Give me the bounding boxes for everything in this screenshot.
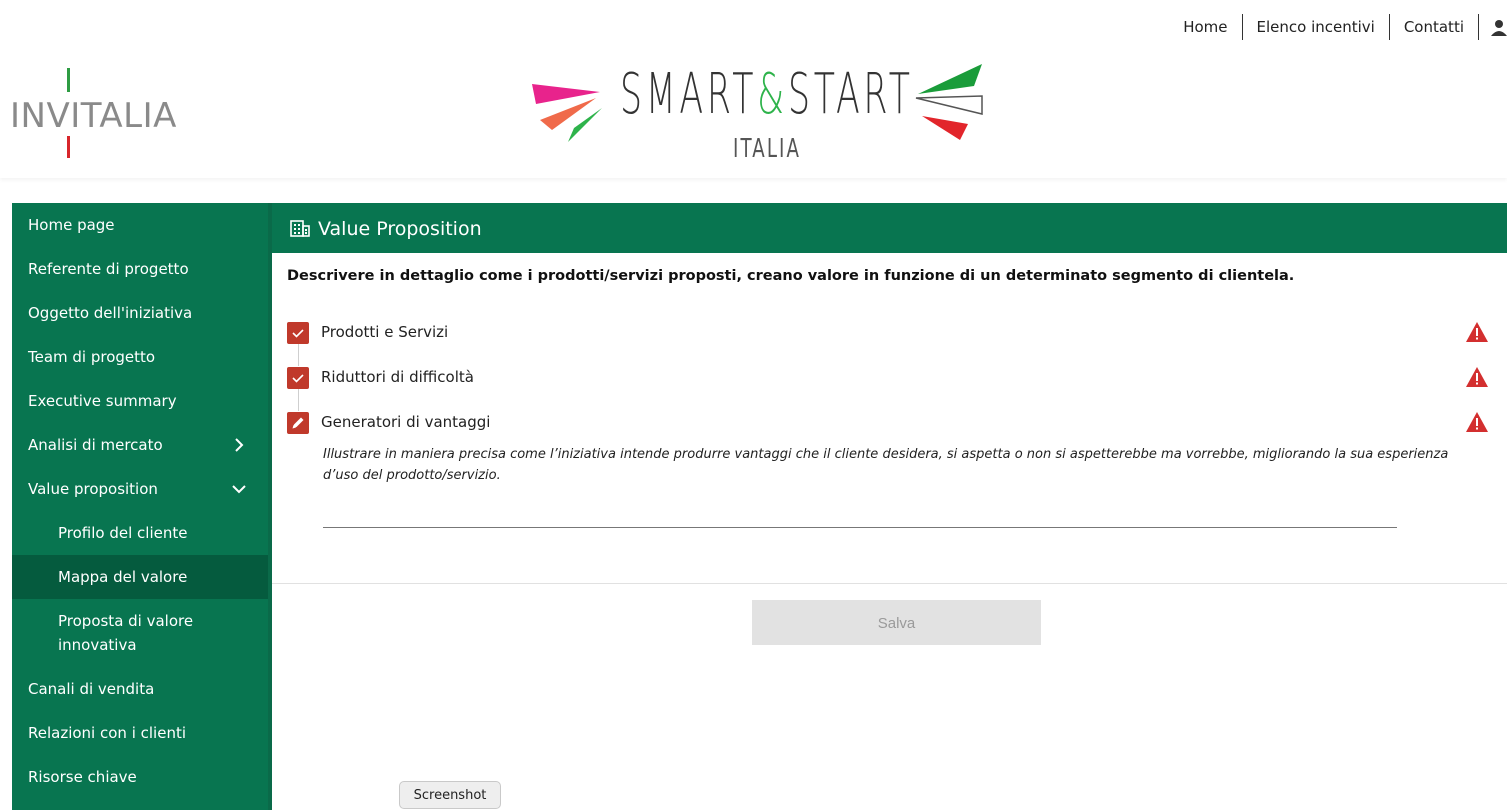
sidebar-item-label: Executive summary — [28, 392, 177, 410]
generatori-vantaggi-input[interactable] — [323, 527, 1397, 528]
sidebar-item-label: Mappa del valore — [58, 568, 188, 586]
sidebar-item-oggetto[interactable]: Oggetto dell'iniziativa — [12, 291, 268, 335]
sidebar-item-label: Referente di progetto — [28, 260, 189, 278]
logo-red-bar — [67, 136, 70, 158]
check-icon — [287, 322, 309, 344]
top-navigation: Home Elenco incentivi Contatti — [1169, 14, 1507, 40]
logo-subtitle: ITALIA — [733, 134, 802, 164]
sidebar-item-label: Home page — [28, 216, 115, 234]
invitalia-logo[interactable]: INVITALIA — [10, 68, 176, 160]
sidebar-item-home-page[interactable]: Home page — [12, 203, 268, 247]
sidebar-item-label: Oggetto dell'iniziativa — [28, 304, 193, 322]
nav-home-link[interactable]: Home — [1169, 14, 1243, 40]
step-label: Riduttori di difficoltà — [321, 368, 474, 386]
step-connector — [298, 344, 299, 366]
nav-contatti-link[interactable]: Contatti — [1390, 14, 1479, 40]
pencil-icon — [287, 412, 309, 434]
divider — [272, 583, 1507, 584]
logo-title: SMART&START — [620, 62, 914, 127]
save-button[interactable]: Salva — [752, 600, 1041, 645]
sidebar-item-referente[interactable]: Referente di progetto — [12, 247, 268, 291]
sidebar-item-profilo-cliente[interactable]: Profilo del cliente — [12, 511, 268, 555]
sidebar-item-label: Team di progetto — [28, 348, 156, 366]
user-icon[interactable] — [1479, 14, 1507, 40]
step-label: Generatori di vantaggi — [321, 413, 491, 431]
warning-icon — [1465, 411, 1489, 433]
building-icon — [290, 219, 310, 237]
logo-green-bar — [67, 68, 70, 92]
check-icon — [287, 367, 309, 389]
sidebar-item-value-proposition[interactable]: Value proposition — [12, 467, 268, 511]
sidebar: Home page Referente di progetto Oggetto … — [12, 203, 272, 810]
sidebar-item-canali-vendita[interactable]: Canali di vendita — [12, 667, 268, 711]
chevron-right-icon — [232, 423, 246, 467]
sidebar-item-label: Analisi di mercato — [28, 436, 163, 454]
step-connector — [298, 389, 299, 411]
sidebar-item-label: Risorse chiave — [28, 768, 137, 786]
panel-description: Descrivere in dettaglio come i prodotti/… — [287, 268, 1295, 284]
warning-icon — [1465, 366, 1489, 388]
sidebar-item-label: Canali di vendita — [28, 680, 155, 698]
sidebar-item-mappa-valore[interactable]: Mappa del valore — [12, 555, 268, 599]
warning-icon — [1465, 321, 1489, 343]
invitalia-logo-text: INVITALIA — [10, 96, 177, 136]
logo-amp: & — [757, 62, 788, 127]
sidebar-item-relazioni-clienti[interactable]: Relazioni con i clienti — [12, 711, 268, 755]
chevron-down-icon — [232, 467, 246, 511]
panel-header: Value Proposition — [272, 203, 1507, 253]
step-label: Prodotti e Servizi — [321, 323, 449, 341]
sidebar-item-label: Value proposition — [28, 480, 158, 498]
sidebar-item-proposta-valore[interactable]: Proposta di valore innovativa — [12, 599, 268, 667]
sidebar-item-risorse-chiave[interactable]: Risorse chiave — [12, 755, 268, 799]
sidebar-item-team[interactable]: Team di progetto — [12, 335, 268, 379]
sidebar-scrollbar[interactable] — [268, 203, 272, 810]
nav-incentivi-link[interactable]: Elenco incentivi — [1243, 14, 1390, 40]
sidebar-item-analisi-mercato[interactable]: Analisi di mercato — [12, 423, 268, 467]
smart-start-logo[interactable]: SMART&START ITALIA — [530, 62, 985, 172]
sidebar-item-label: Profilo del cliente — [58, 524, 188, 542]
sidebar-item-label: Proposta di valore innovativa — [58, 612, 194, 654]
field-hint: Illustrare in maniera precisa come l’ini… — [323, 447, 1449, 483]
sidebar-item-label: Relazioni con i clienti — [28, 724, 186, 742]
panel-title: Value Proposition — [318, 218, 482, 240]
sidebar-item-executive-summary[interactable]: Executive summary — [12, 379, 268, 423]
screenshot-button[interactable]: Screenshot — [399, 781, 501, 809]
